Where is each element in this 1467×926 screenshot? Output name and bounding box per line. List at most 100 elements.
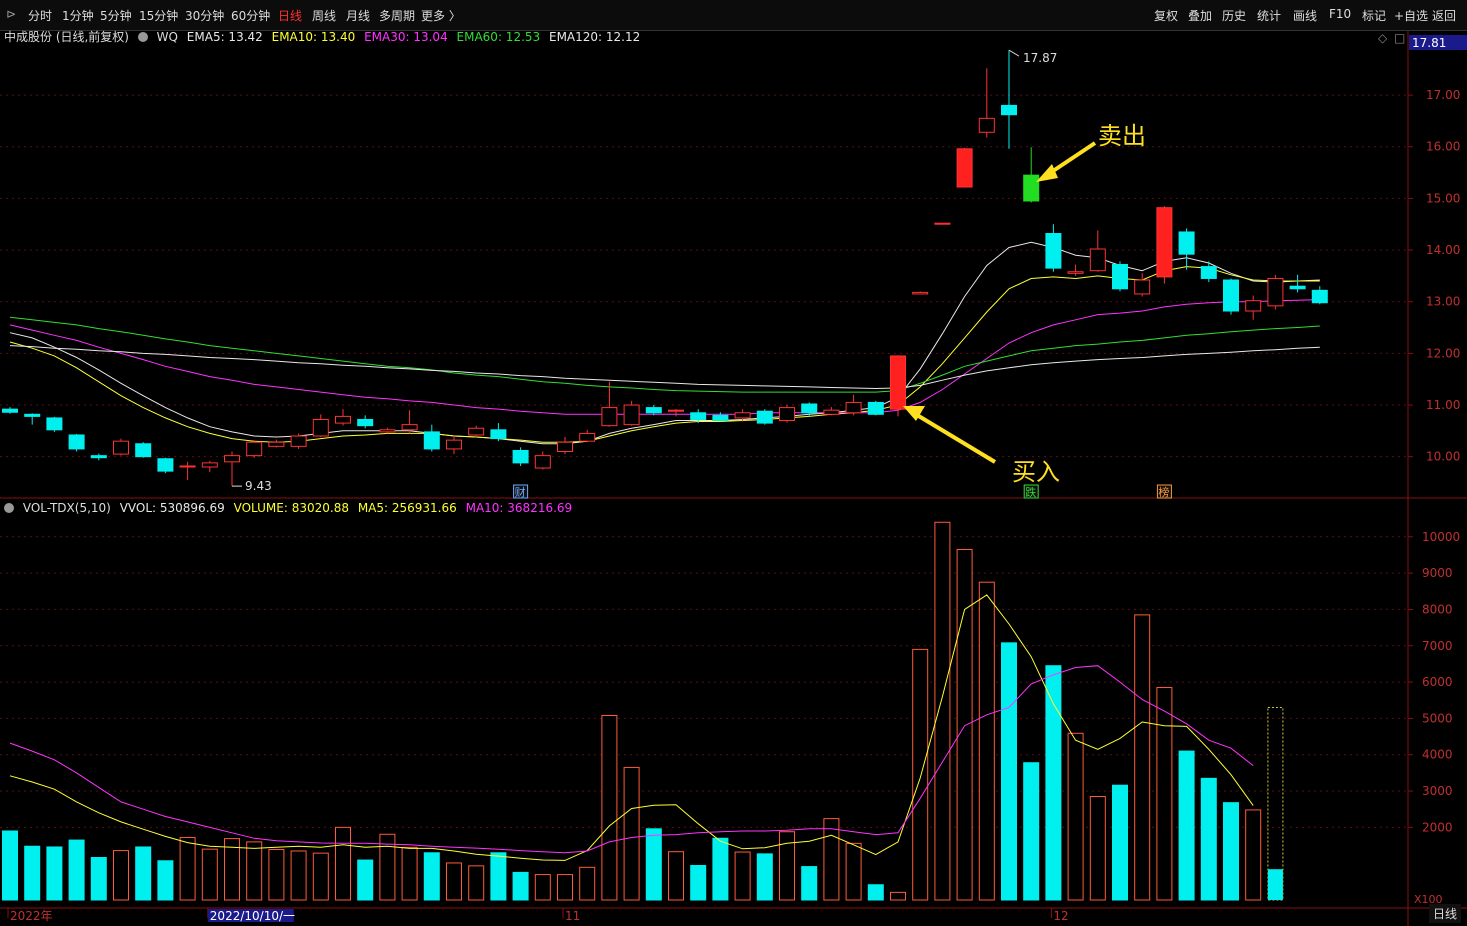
- sell-arrow-head: [1036, 164, 1058, 182]
- candle-body: [201, 462, 218, 468]
- toolbar-tab-8[interactable]: 月线: [346, 7, 370, 24]
- candle: [823, 407, 840, 416]
- toolbar-tab-6[interactable]: 日线: [278, 7, 302, 24]
- toolbar-tab-7[interactable]: 周线: [312, 7, 336, 24]
- ema60-label: EMA60: 12.53: [456, 30, 541, 44]
- volume-bar: [601, 714, 618, 901]
- last-price-box: [1409, 35, 1467, 50]
- toolbar-tab-5[interactable]: 60分钟: [231, 7, 270, 24]
- toolbar-tab-9[interactable]: 多周期: [379, 7, 415, 24]
- candle-body: [357, 418, 374, 427]
- volume-bar: [1134, 614, 1151, 901]
- main-chart-header: 中成股份 (日线,前复权) WQ EMA5: 13.42 EMA10: 13.4…: [4, 28, 645, 45]
- candle-body: [978, 117, 995, 133]
- candle: [867, 400, 884, 416]
- toolbar-tab-3[interactable]: 15分钟: [139, 7, 178, 24]
- candle: [1267, 274, 1284, 310]
- stock-code: WQ: [156, 30, 178, 44]
- volume-bar: [1112, 784, 1128, 901]
- price-tick-label: 12.00: [1426, 346, 1460, 360]
- volume-bar: [712, 837, 729, 901]
- vol-tick-label: 9000: [1422, 566, 1453, 580]
- price-tick-label: 11.00: [1426, 398, 1460, 412]
- volume-bar: [490, 852, 507, 901]
- volume-bar: [690, 864, 707, 901]
- settings-circle-icon[interactable]: [137, 32, 148, 42]
- x-axis-label: 11: [565, 909, 580, 923]
- volume-bar: [446, 862, 462, 901]
- high-marker-line: [1008, 49, 1020, 57]
- ema5-label: EMA5: 13.42: [186, 30, 263, 44]
- candle-body: [312, 418, 329, 437]
- toolbar-tab-4[interactable]: 30分钟: [185, 7, 224, 24]
- candle-body: [1023, 174, 1040, 202]
- toolbar-action-8[interactable]: 返回: [1432, 7, 1456, 24]
- price-tick-label: 17.00: [1426, 88, 1460, 102]
- candle-body: [845, 401, 862, 414]
- candle-body: [890, 355, 906, 410]
- toolbar-action-3[interactable]: 统计: [1257, 7, 1281, 24]
- volume-bar: [512, 871, 529, 901]
- candle: [557, 437, 573, 455]
- candle-body: [867, 401, 884, 415]
- candle: [246, 440, 263, 458]
- candle-body: [268, 441, 285, 447]
- candle-body: [823, 409, 840, 415]
- candle: [401, 410, 418, 434]
- volume-bar: [157, 860, 174, 901]
- toolbar-action-6[interactable]: 标记: [1362, 7, 1386, 24]
- volume-bar: [579, 866, 596, 901]
- volume-bar: [401, 846, 418, 901]
- volume-bar: [956, 549, 973, 901]
- candle-body: [157, 458, 174, 472]
- ema30-label: EMA30: 13.04: [364, 30, 448, 44]
- volume-bar: [801, 866, 818, 901]
- back-arrow-icon[interactable]: ⊳: [6, 7, 16, 21]
- ema-line-ema5: [9, 241, 1320, 445]
- candle: [1200, 261, 1217, 283]
- candle: [135, 442, 152, 458]
- vol-settings-circle-icon[interactable]: [4, 503, 14, 513]
- toolbar-tab-1[interactable]: 1分钟: [62, 7, 94, 24]
- candle-body: [690, 412, 707, 420]
- toolbar-action-4[interactable]: 画线: [1293, 7, 1317, 24]
- volume-bar: [379, 833, 396, 901]
- timeframe-label[interactable]: 日线: [1428, 904, 1461, 923]
- toolbar-action-0[interactable]: 复权: [1154, 7, 1178, 24]
- toolbar-tab-2[interactable]: 5分钟: [100, 7, 132, 24]
- stock-title: 中成股份 (日线,前复权): [4, 30, 129, 44]
- volume-bar: [268, 849, 285, 901]
- candle: [1001, 50, 1017, 149]
- volume-bar: [1200, 777, 1217, 901]
- toolbar-tab-10[interactable]: 更多 〉: [421, 7, 461, 24]
- volume-bar: [668, 851, 684, 901]
- candle: [357, 415, 374, 429]
- toolbar-action-7[interactable]: +自选: [1394, 7, 1428, 24]
- vol-tick-label: 2000: [1422, 820, 1453, 834]
- toolbar-action-5[interactable]: F10: [1329, 7, 1351, 21]
- volume-bar: [135, 846, 152, 901]
- vol-ma5-line: [9, 594, 1254, 861]
- ema120-label: EMA120: 12.12: [548, 30, 641, 44]
- candle: [801, 402, 818, 417]
- candle-body: [801, 403, 818, 414]
- toolbar-tab-0[interactable]: 分时: [28, 7, 52, 24]
- vol-indicator-name: VOL-TDX(5,10): [22, 501, 111, 515]
- ema-line-ema120: [9, 345, 1320, 390]
- vol-tick-label: 7000: [1422, 639, 1453, 653]
- candle-body: [1134, 279, 1151, 295]
- candle: [779, 405, 795, 423]
- toolbar-action-1[interactable]: 叠加: [1188, 7, 1212, 24]
- toolbar-action-2[interactable]: 历史: [1222, 7, 1246, 24]
- volume-bar: [224, 838, 240, 901]
- price-tick-label: 15.00: [1426, 191, 1460, 205]
- event-badge-cai: 财: [515, 485, 526, 499]
- candle-body: [446, 439, 462, 450]
- candle-body: [2, 408, 18, 413]
- candle: [24, 413, 41, 425]
- diamond-icon: ◇: [1378, 31, 1388, 45]
- stock-chart[interactable]: 10.00 11.00 12.00 13.00 14.00 15.00 16.00 17.00…: [0, 0, 1467, 926]
- volume-bar: [201, 848, 218, 901]
- volume-bar: [645, 828, 662, 901]
- candle: [68, 433, 85, 452]
